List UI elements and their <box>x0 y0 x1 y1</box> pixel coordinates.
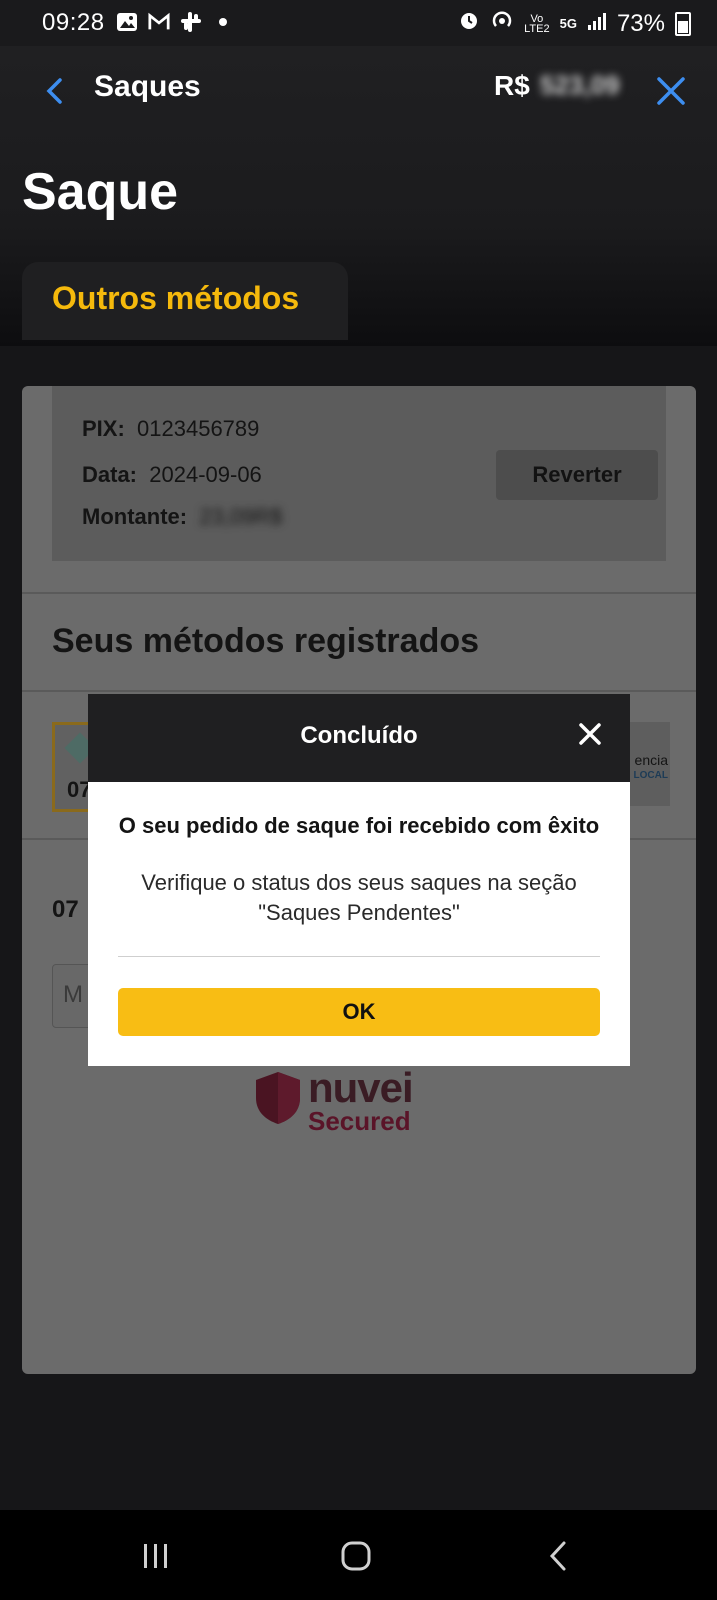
signal-icon <box>587 10 607 38</box>
dot-icon <box>212 11 234 33</box>
close-icon <box>579 723 601 745</box>
dialog-message-bold: O seu pedido de saque foi recebido com ê… <box>118 813 600 838</box>
notification-icons <box>116 11 234 33</box>
system-nav-bar <box>0 1510 717 1600</box>
pix-row: PIX: 0123456789 <box>82 416 260 441</box>
battery-icon <box>675 11 691 36</box>
recents-icon <box>144 1544 167 1568</box>
volte-indicator: Vo LTE2 <box>524 12 550 35</box>
nuvei-secured-logo: nuvei Secured <box>254 1064 444 1140</box>
dialog-header: Concluído <box>88 694 630 782</box>
recent-apps-button[interactable] <box>136 1540 176 1572</box>
close-button[interactable] <box>654 74 688 108</box>
pending-withdrawal-card: PIX: 0123456789 Data: 2024-09-06 Montant… <box>52 386 666 561</box>
header-title: Saques <box>94 70 201 103</box>
close-icon <box>657 77 685 105</box>
status-time: 09:28 <box>42 9 105 36</box>
amount-row: Montante: 23,09R$ <box>82 504 283 529</box>
status-bar: 09:28 Vo LTE2 5G 73% <box>0 0 717 46</box>
slack-icon <box>180 11 202 33</box>
section-divider <box>22 592 696 594</box>
alarm-icon <box>458 9 480 38</box>
system-back-button[interactable] <box>540 1540 580 1572</box>
revert-button[interactable]: Reverter <box>496 450 658 500</box>
image-icon <box>116 11 138 33</box>
selected-method-label: 07 <box>52 896 79 923</box>
section-divider <box>22 690 696 692</box>
success-dialog: Concluído O seu pedido de saque foi rece… <box>88 694 630 1066</box>
dialog-divider <box>118 956 600 957</box>
home-icon <box>341 1541 371 1571</box>
date-row: Data: 2024-09-06 <box>82 462 262 487</box>
dialog-close-button[interactable] <box>578 722 602 746</box>
home-button[interactable] <box>336 1540 376 1572</box>
page-title: Saque <box>22 163 179 221</box>
back-button[interactable] <box>40 76 70 106</box>
bank-card-subtext: LOCAL <box>633 770 668 781</box>
amount-input-placeholder: M <box>63 981 83 1008</box>
ok-button[interactable]: OK <box>118 988 600 1036</box>
bank-card-text: encia <box>634 752 668 768</box>
app-header: Saques R$ 523,09 Saque Outros métodos <box>0 46 717 346</box>
hotspot-icon <box>490 9 514 38</box>
gmail-icon <box>148 11 170 33</box>
balance-currency: R$ <box>494 70 530 101</box>
secured-label: Secured <box>308 1106 411 1136</box>
shield-icon <box>256 1072 300 1124</box>
system-icons: Vo LTE2 5G 73% <box>458 9 691 38</box>
battery-percent: 73% <box>616 9 665 37</box>
dialog-message: Verifique o status dos seus saques na se… <box>141 870 577 925</box>
fiveg-indicator: 5G <box>559 15 577 31</box>
chevron-left-icon <box>46 78 62 104</box>
back-icon <box>549 1541 566 1571</box>
nuvei-wordmark: nuvei <box>308 1064 414 1111</box>
methods-title: Seus métodos registrados <box>52 622 480 660</box>
tab-label: Outros métodos <box>52 280 300 316</box>
date-value: 2024-09-06 <box>149 462 262 487</box>
pix-value: 0123456789 <box>137 416 260 441</box>
dialog-title: Concluído <box>300 722 418 749</box>
tab-other-methods[interactable]: Outros métodos <box>22 262 348 340</box>
balance-value: 523,09 <box>540 70 620 100</box>
amount-value: 23,09R$ <box>199 504 283 529</box>
